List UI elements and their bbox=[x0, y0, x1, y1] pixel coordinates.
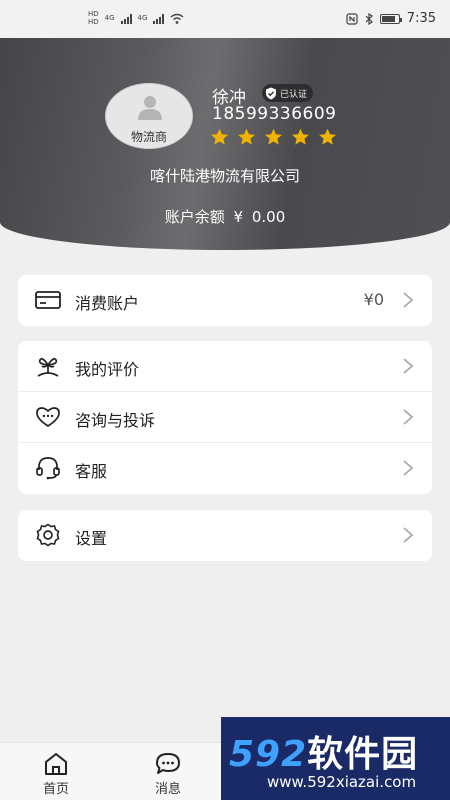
menu-item-reviews[interactable]: 我的评价 bbox=[18, 341, 432, 392]
signal2-icon bbox=[153, 13, 165, 24]
menu-item-account[interactable]: 消费账户 ¥0 bbox=[18, 275, 432, 326]
avatar[interactable]: 物流商 bbox=[105, 83, 193, 149]
watermark-brand: 592软件园 bbox=[229, 725, 418, 777]
star-icon bbox=[265, 128, 282, 145]
star-icon bbox=[319, 128, 336, 145]
wifi-icon bbox=[170, 13, 184, 24]
chevron-right-icon bbox=[403, 292, 414, 308]
chevron-right-icon bbox=[403, 460, 414, 476]
balance-currency: ¥ bbox=[233, 208, 244, 226]
menu-label-settings: 设置 bbox=[75, 529, 108, 548]
chevron-right-icon bbox=[403, 358, 414, 374]
complaint-icon bbox=[36, 407, 60, 428]
network1-label: 4G bbox=[104, 14, 115, 22]
bluetooth-icon bbox=[365, 12, 373, 25]
flower-icon bbox=[37, 357, 59, 377]
menu-label-complaints: 咨询与投诉 bbox=[75, 411, 156, 430]
account-card: 消费账户 ¥0 bbox=[18, 275, 432, 326]
chevron-right-icon bbox=[403, 527, 414, 543]
account-balance: 账户余额 ¥ 0.00 bbox=[0, 206, 450, 227]
watermark-url: www.592xiazai.com bbox=[267, 773, 417, 791]
menu-item-complaints[interactable]: 咨询与投诉 bbox=[18, 392, 432, 443]
nav-home-label: 首页 bbox=[42, 782, 69, 797]
nfc-icon bbox=[346, 12, 358, 25]
menu-item-settings[interactable]: 设置 bbox=[18, 510, 432, 561]
signal1-icon bbox=[120, 13, 132, 24]
account-amount: ¥0 bbox=[363, 290, 384, 309]
balance-label: 账户余额 bbox=[164, 208, 225, 226]
status-time: 7:35 bbox=[406, 11, 436, 26]
nav-messages[interactable]: 消息 bbox=[123, 743, 213, 800]
profile-header: 物流商 徐冲 已认证 18599336609 喀什陆港物流有限公司 账户余额 ¥… bbox=[0, 38, 450, 250]
avatar-role-tag: 物流商 bbox=[106, 128, 192, 148]
menu-label-reviews: 我的评价 bbox=[75, 360, 140, 379]
company-name: 喀什陆港物流有限公司 bbox=[149, 167, 300, 185]
menu-label-account: 消费账户 bbox=[75, 294, 140, 313]
sim2-label: HD bbox=[88, 18, 99, 26]
watermark-digits: 592 bbox=[229, 734, 308, 775]
wallet-icon bbox=[35, 291, 61, 309]
verified-label: 已认证 bbox=[280, 89, 308, 100]
status-bar: HD HD 4G 4G 7:35 bbox=[0, 0, 450, 38]
star-icon bbox=[238, 128, 255, 145]
star-icon bbox=[292, 128, 309, 145]
menu-item-service[interactable]: 客服 bbox=[18, 443, 432, 494]
headset-icon bbox=[36, 457, 60, 480]
shield-check-icon bbox=[266, 87, 276, 99]
user-phone: 18599336609 bbox=[212, 104, 337, 124]
gear-icon bbox=[36, 523, 60, 547]
star-icon bbox=[211, 128, 228, 145]
settings-card: 设置 bbox=[18, 510, 432, 561]
status-bar-right: 7:35 bbox=[346, 11, 436, 26]
message-icon bbox=[156, 753, 180, 774]
home-icon bbox=[45, 753, 67, 775]
chevron-right-icon bbox=[403, 409, 414, 425]
nav-home[interactable]: 首页 bbox=[11, 743, 101, 800]
verified-badge: 已认证 bbox=[262, 84, 314, 102]
menu-label-service: 客服 bbox=[75, 462, 108, 481]
rating-stars bbox=[210, 128, 337, 146]
balance-value: 0.00 bbox=[251, 208, 286, 226]
network2-label: 4G bbox=[137, 14, 148, 22]
sim1-label: HD bbox=[88, 10, 99, 18]
battery-icon bbox=[379, 13, 402, 24]
nav-messages-label: 消息 bbox=[154, 782, 181, 797]
services-card: 我的评价 咨询与投诉 客服 bbox=[18, 341, 432, 494]
watermark-text: 软件园 bbox=[307, 734, 419, 775]
watermark-logo: 592软件园 www.592xiazai.com bbox=[221, 717, 450, 800]
status-bar-left: HD HD 4G 4G bbox=[88, 11, 184, 26]
person-icon bbox=[138, 96, 162, 120]
